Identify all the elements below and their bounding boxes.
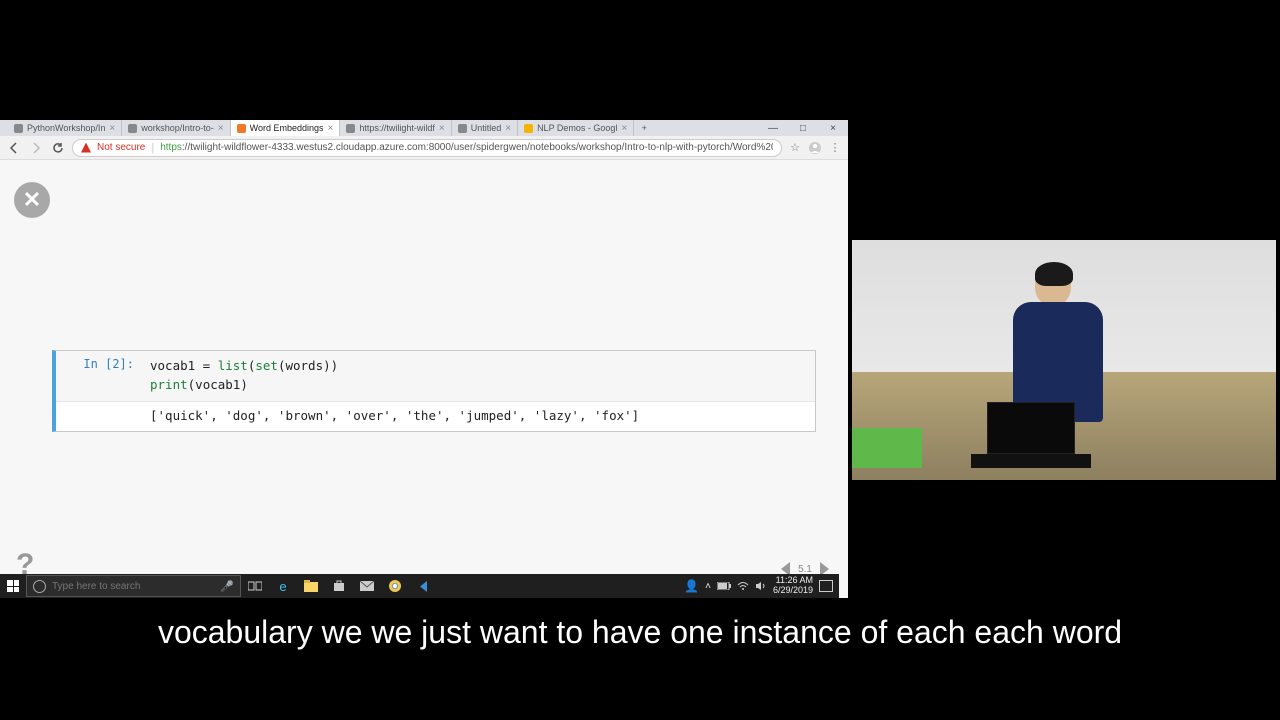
cortana-icon bbox=[33, 580, 46, 593]
clock-date: 6/29/2019 bbox=[773, 586, 813, 596]
wifi-icon[interactable] bbox=[737, 581, 749, 591]
video-caption: vocabulary we we just want to have one i… bbox=[0, 612, 1280, 653]
tab-label: workshop/Intro-to- bbox=[141, 123, 214, 133]
tab-python-workshop[interactable]: PythonWorkshop/In × bbox=[8, 120, 122, 136]
tab-untitled[interactable]: Untitled × bbox=[452, 120, 518, 136]
github-icon bbox=[14, 124, 23, 133]
url-text: https://twilight-wildflower-4333.westus2… bbox=[160, 142, 773, 153]
file-explorer-icon[interactable] bbox=[297, 574, 325, 598]
volume-icon[interactable] bbox=[755, 581, 767, 591]
bookmark-star-icon[interactable]: ☆ bbox=[788, 141, 802, 155]
mail-icon[interactable] bbox=[353, 574, 381, 598]
close-icon[interactable]: × bbox=[109, 123, 115, 134]
kebab-menu-icon[interactable]: ⋮ bbox=[828, 141, 842, 155]
tab-label: PythonWorkshop/In bbox=[27, 123, 105, 133]
window-controls: — □ × bbox=[758, 120, 848, 136]
system-tray: 👤 ˄ 11:26 AM 6/29/2019 bbox=[684, 576, 839, 596]
favicon-icon bbox=[128, 124, 137, 133]
cell-code[interactable]: vocab1 = list(set(words)) print(vocab1) bbox=[142, 351, 815, 401]
tab-label: Word Embeddings bbox=[250, 123, 324, 133]
tab-twilight[interactable]: https://twilight-wildf × bbox=[340, 120, 451, 136]
notebook-slide-area: ✕ ? In [2]: vocab1 = list(set(words)) pr… bbox=[0, 160, 848, 598]
close-icon[interactable]: × bbox=[327, 123, 333, 134]
presenter-laptop bbox=[971, 402, 1091, 470]
favicon-icon bbox=[458, 124, 467, 133]
tab-word-embeddings[interactable]: Word Embeddings × bbox=[231, 120, 341, 136]
green-surface bbox=[852, 428, 922, 468]
battery-icon[interactable] bbox=[717, 582, 731, 590]
new-tab-button[interactable]: + bbox=[634, 120, 654, 136]
close-window-button[interactable]: × bbox=[818, 120, 848, 136]
store-icon[interactable] bbox=[325, 574, 353, 598]
maximize-button[interactable]: □ bbox=[788, 120, 818, 136]
windows-logo-icon bbox=[7, 580, 19, 592]
close-icon[interactable]: × bbox=[218, 123, 224, 134]
close-icon[interactable]: × bbox=[505, 123, 511, 134]
favicon-icon bbox=[346, 124, 355, 133]
edge-app-icon[interactable]: e bbox=[269, 574, 297, 598]
tab-nlp-demos[interactable]: NLP Demos - Googl × bbox=[518, 120, 634, 136]
address-bar: Not secure | https://twilight-wildflower… bbox=[0, 136, 848, 160]
not-secure-label: Not secure bbox=[97, 142, 145, 153]
slides-icon bbox=[524, 124, 533, 133]
chrome-app-icon[interactable] bbox=[381, 574, 409, 598]
browser-window: PythonWorkshop/In × workshop/Intro-to- ×… bbox=[0, 120, 848, 598]
people-icon[interactable]: 👤 bbox=[684, 579, 699, 593]
start-button[interactable] bbox=[0, 574, 26, 598]
back-button[interactable] bbox=[6, 140, 22, 156]
close-icon[interactable]: × bbox=[439, 123, 445, 134]
vscode-app-icon[interactable] bbox=[409, 574, 437, 598]
minimize-button[interactable]: — bbox=[758, 120, 788, 136]
windows-taskbar: 🎤 e 👤 ˄ 11:26 AM 6/29/2019 bbox=[0, 574, 839, 598]
code-cell[interactable]: In [2]: vocab1 = list(set(words)) print(… bbox=[52, 350, 816, 432]
taskbar-clock[interactable]: 11:26 AM 6/29/2019 bbox=[773, 576, 813, 596]
taskbar-search-input[interactable] bbox=[52, 581, 214, 592]
tab-label: Untitled bbox=[471, 123, 502, 133]
taskbar-search[interactable]: 🎤 bbox=[26, 575, 241, 597]
warning-icon bbox=[81, 143, 91, 153]
tray-chevron-icon[interactable]: ˄ bbox=[705, 581, 711, 592]
url-box[interactable]: Not secure | https://twilight-wildflower… bbox=[72, 139, 782, 157]
action-center-icon[interactable] bbox=[819, 580, 833, 592]
exit-slideshow-button[interactable]: ✕ bbox=[14, 182, 50, 218]
webcam-video-inset bbox=[852, 240, 1276, 480]
tab-strip: PythonWorkshop/In × workshop/Intro-to- ×… bbox=[0, 120, 848, 136]
microphone-icon[interactable]: 🎤 bbox=[220, 580, 234, 593]
forward-button[interactable] bbox=[28, 140, 44, 156]
profile-avatar-icon[interactable] bbox=[808, 141, 822, 155]
cell-output: ['quick', 'dog', 'brown', 'over', 'the',… bbox=[56, 402, 815, 431]
task-view-button[interactable] bbox=[241, 574, 269, 598]
cell-prompt: In [2]: bbox=[56, 351, 142, 401]
slide-page-number: 5.1 bbox=[798, 564, 812, 575]
tab-workshop-intro[interactable]: workshop/Intro-to- × bbox=[122, 120, 230, 136]
tab-label: https://twilight-wildf bbox=[359, 123, 435, 133]
cell-input: In [2]: vocab1 = list(set(words)) print(… bbox=[56, 351, 815, 402]
close-icon[interactable]: × bbox=[621, 123, 627, 134]
tab-label: NLP Demos - Googl bbox=[537, 123, 617, 133]
jupyter-icon bbox=[237, 124, 246, 133]
reload-button[interactable] bbox=[50, 140, 66, 156]
